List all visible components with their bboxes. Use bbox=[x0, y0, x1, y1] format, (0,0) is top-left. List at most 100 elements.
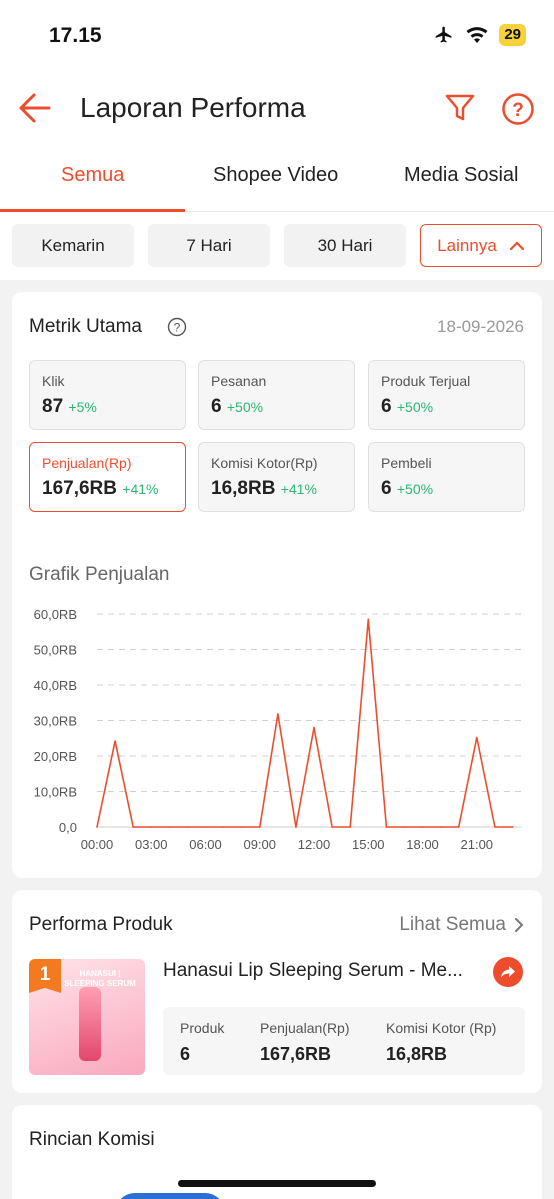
data-point bbox=[240, 826, 243, 828]
chevron-right-icon bbox=[515, 918, 524, 932]
home-indicator bbox=[178, 1180, 376, 1187]
data-point bbox=[186, 826, 189, 828]
x-tick-label: 00:00 bbox=[81, 837, 114, 852]
active-tab-indicator bbox=[0, 209, 185, 212]
data-point bbox=[457, 826, 460, 828]
metric-value: 6 bbox=[381, 396, 392, 417]
metric-change: +5% bbox=[68, 399, 97, 415]
metric-value: 87 bbox=[42, 396, 64, 417]
metric-pesanan[interactable]: Pesanan 6 +50% bbox=[198, 360, 355, 430]
product-stats: Produk 6 Penjualan(Rp) 167,6RB Komisi Ko… bbox=[163, 1007, 525, 1075]
donut-chart-edge bbox=[115, 1193, 225, 1199]
metric-change: +50% bbox=[226, 399, 264, 415]
data-point bbox=[439, 826, 442, 828]
data-point bbox=[349, 826, 351, 828]
commission-title: Rincian Komisi bbox=[29, 1129, 155, 1150]
y-tick-label: 10,0RB bbox=[34, 785, 77, 800]
chip-30-hari-label: 30 Hari bbox=[317, 235, 373, 255]
y-tick-label: 50,0RB bbox=[34, 643, 77, 658]
metric-klik[interactable]: Klik 87 +5% bbox=[29, 360, 186, 430]
metric-komisi-kotor[interactable]: Komisi Kotor(Rp) 16,8RB +41% bbox=[198, 442, 355, 512]
metric-label: Pembeli bbox=[381, 455, 432, 471]
tab-media-sosial[interactable]: Media Sosial bbox=[404, 164, 519, 187]
help-icon[interactable]: ? bbox=[501, 92, 535, 126]
data-point bbox=[494, 826, 496, 828]
rank-badge: 1 bbox=[29, 959, 61, 993]
battery-indicator: 29 bbox=[499, 24, 526, 46]
chart-title: Grafik Penjualan bbox=[29, 564, 170, 585]
metric-produk-terjual[interactable]: Produk Terjual 6 +50% bbox=[368, 360, 525, 430]
y-tick-label: 60,0RB bbox=[34, 607, 77, 622]
chip-7-hari[interactable]: 7 Hari bbox=[148, 224, 270, 267]
thumbnail-brand-text: HANASUI | SLEEPING SERUM bbox=[64, 969, 136, 988]
metric-label: Klik bbox=[42, 373, 65, 389]
data-point bbox=[168, 826, 171, 828]
data-point bbox=[277, 713, 279, 715]
data-point bbox=[204, 826, 207, 828]
metric-change: +50% bbox=[396, 481, 434, 497]
tab-shopee-video[interactable]: Shopee Video bbox=[213, 164, 338, 187]
data-point bbox=[421, 826, 424, 828]
stat-label: Komisi Kotor (Rp) bbox=[386, 1020, 497, 1036]
metric-value-wrap: 6 +50% bbox=[211, 396, 263, 418]
stat-label: Produk bbox=[180, 1020, 225, 1036]
metric-change: +50% bbox=[396, 399, 434, 415]
status-time: 17.15 bbox=[49, 24, 102, 47]
x-tick-label: 15:00 bbox=[352, 837, 385, 852]
chip-lainnya-label: Lainnya bbox=[437, 235, 497, 255]
data-point bbox=[512, 826, 514, 828]
svg-text:?: ? bbox=[174, 321, 181, 335]
metric-value-wrap: 87 +5% bbox=[42, 396, 97, 418]
metric-label: Komisi Kotor(Rp) bbox=[211, 455, 318, 471]
metric-value-wrap: 167,6RB +41% bbox=[42, 478, 158, 500]
data-point bbox=[403, 826, 406, 828]
see-all-link[interactable]: Lihat Semua bbox=[399, 914, 524, 936]
data-point bbox=[331, 826, 333, 828]
chip-30-hari[interactable]: 30 Hari bbox=[284, 224, 406, 267]
metric-change: +41% bbox=[122, 481, 159, 497]
metric-label: Penjualan(Rp) bbox=[42, 455, 132, 471]
sales-line-chart: 0,0 10,0RB 20,0RB 30,0RB 40,0RB 50,0RB 60,0RB 0… bbox=[34, 607, 522, 852]
metric-value-wrap: 6 +50% bbox=[381, 396, 433, 418]
data-point bbox=[132, 826, 134, 828]
product-card-title: Performa Produk bbox=[29, 914, 173, 935]
status-bar: 17.15 29 bbox=[0, 22, 554, 52]
x-tick-label: 03:00 bbox=[135, 837, 168, 852]
airplane-icon bbox=[435, 26, 452, 43]
metric-value-wrap: 16,8RB +41% bbox=[211, 478, 317, 500]
back-arrow-icon[interactable] bbox=[18, 90, 52, 126]
metric-value: 6 bbox=[211, 396, 222, 417]
status-icons: 29 bbox=[433, 24, 526, 46]
metric-change: +41% bbox=[280, 481, 317, 497]
y-tick-label: 30,0RB bbox=[34, 714, 77, 729]
metrics-title: Metrik Utama bbox=[29, 316, 142, 337]
filter-icon[interactable] bbox=[444, 92, 476, 124]
product-name[interactable]: Hanasui Lip Sleeping Serum - Me... bbox=[163, 960, 463, 982]
chip-kemarin[interactable]: Kemarin bbox=[12, 224, 134, 267]
metric-label: Produk Terjual bbox=[381, 373, 471, 389]
metric-value: 16,8RB bbox=[211, 478, 276, 499]
metric-penjualan[interactable]: Penjualan(Rp) 167,6RB +41% bbox=[29, 442, 186, 512]
tab-semua[interactable]: Semua bbox=[61, 164, 124, 187]
stat-value: 167,6RB bbox=[260, 1044, 332, 1064]
y-tick-label: 20,0RB bbox=[34, 749, 77, 764]
wifi-icon bbox=[466, 27, 488, 43]
metric-pembeli[interactable]: Pembeli 6 +50% bbox=[368, 442, 525, 512]
app-header: Laporan Performa ? bbox=[0, 88, 554, 130]
chip-7-hari-label: 7 Hari bbox=[186, 235, 232, 255]
metric-value: 167,6RB bbox=[42, 478, 117, 499]
product-card: Performa Produk Lihat Semua HANASUI | SL… bbox=[12, 890, 542, 1093]
info-icon[interactable]: ? bbox=[167, 317, 187, 337]
data-point bbox=[222, 826, 225, 828]
sales-series-line bbox=[96, 618, 513, 828]
chip-lainnya[interactable]: Lainnya bbox=[420, 224, 542, 267]
chip-kemarin-label: Kemarin bbox=[41, 235, 105, 255]
x-tick-label: 18:00 bbox=[406, 837, 439, 852]
product-thumbnail[interactable]: HANASUI | SLEEPING SERUM 1 bbox=[29, 959, 145, 1075]
page-title: Laporan Performa bbox=[80, 92, 306, 123]
stat-label: Penjualan(Rp) bbox=[260, 1020, 350, 1036]
data-point bbox=[150, 826, 153, 828]
share-button[interactable] bbox=[493, 957, 523, 987]
share-arrow-icon bbox=[501, 966, 515, 978]
data-point bbox=[475, 736, 478, 739]
